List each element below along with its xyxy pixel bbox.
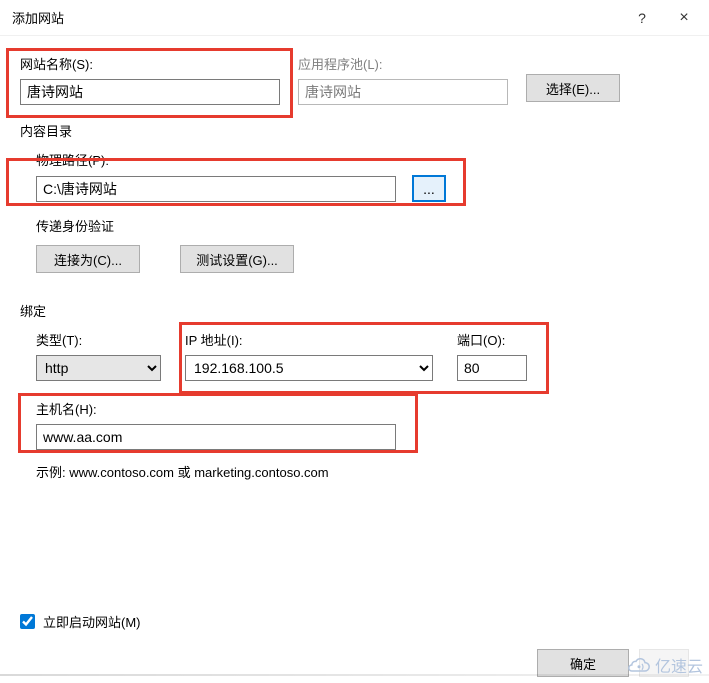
port-label: 端口(O):	[457, 330, 527, 349]
type-select[interactable]: http	[36, 355, 161, 381]
app-pool-input	[298, 79, 508, 105]
window-title: 添加网站	[12, 8, 64, 27]
binding-title: 绑定	[20, 301, 689, 320]
bottom-shadow	[0, 674, 709, 676]
physical-path-input[interactable]	[36, 176, 396, 202]
start-immediately-checkbox[interactable]	[20, 614, 35, 629]
help-icon[interactable]: ?	[621, 3, 663, 33]
passthrough-title: 传递身份验证	[36, 216, 689, 235]
physical-path-label: 物理路径(P):	[36, 150, 689, 169]
hostname-input[interactable]	[36, 424, 396, 450]
ip-label: IP 地址(I):	[185, 330, 433, 349]
content-dir-title: 内容目录	[20, 121, 689, 140]
type-label: 类型(T):	[36, 330, 161, 349]
site-name-label: 网站名称(S):	[20, 54, 280, 73]
dialog-content: 网站名称(S): 应用程序池(L): 选择(E)... 内容目录 物理路径(P)…	[0, 36, 709, 481]
ok-button[interactable]: 确定	[537, 649, 629, 677]
start-immediately-label: 立即启动网站(M)	[43, 612, 141, 631]
close-icon[interactable]: ×	[663, 3, 705, 33]
connect-as-button[interactable]: 连接为(C)...	[36, 245, 140, 273]
ip-select[interactable]: 192.168.100.5	[185, 355, 433, 381]
window-controls: ? ×	[621, 3, 705, 33]
select-app-pool-button[interactable]: 选择(E)...	[526, 74, 620, 102]
hostname-label: 主机名(H):	[36, 399, 396, 418]
test-settings-button[interactable]: 测试设置(G)...	[180, 245, 294, 273]
browse-button[interactable]: ...	[412, 175, 446, 202]
port-input[interactable]	[457, 355, 527, 381]
site-name-input[interactable]	[20, 79, 280, 105]
hostname-example: 示例: www.contoso.com 或 marketing.contoso.…	[36, 462, 396, 481]
cancel-button[interactable]	[639, 649, 689, 677]
title-bar: 添加网站 ? ×	[0, 0, 709, 36]
app-pool-label: 应用程序池(L):	[298, 54, 508, 73]
dialog-footer: 确定	[0, 643, 709, 683]
